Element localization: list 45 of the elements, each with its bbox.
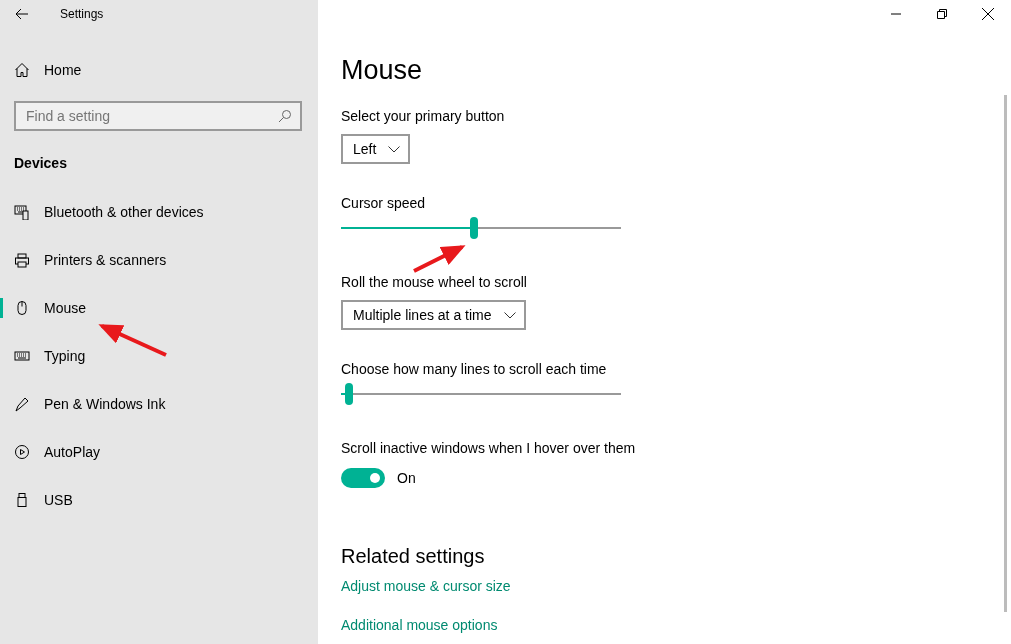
house-icon xyxy=(14,62,30,78)
mouse-icon xyxy=(14,300,30,316)
settings-link[interactable]: Adjust mouse & cursor size xyxy=(341,576,511,596)
setting-label: Cursor speed xyxy=(341,194,427,213)
back-arrow-icon xyxy=(15,8,29,20)
home-nav-item[interactable]: Home xyxy=(0,50,318,90)
dropdown[interactable]: Multiple lines at a time xyxy=(341,300,526,330)
sidebar-item[interactable]: Mouse xyxy=(0,284,318,332)
usb-drive-icon xyxy=(14,492,30,508)
toggle-state-label: On xyxy=(397,470,416,486)
slider-thumb[interactable] xyxy=(470,217,478,239)
setting-label: Scroll inactive windows when I hover over them xyxy=(341,439,637,458)
play-circle-icon xyxy=(14,444,30,460)
sidebar-item[interactable]: Bluetooth & other devices xyxy=(0,188,318,236)
search-icon xyxy=(278,109,292,123)
setting-label: Choose how many lines to scroll each time xyxy=(341,360,608,379)
pen-icon xyxy=(14,396,30,412)
window-title: Settings xyxy=(60,7,104,21)
dropdown[interactable]: Left xyxy=(341,134,411,164)
scrollbar[interactable] xyxy=(1004,95,1007,612)
slider-thumb[interactable] xyxy=(345,383,354,405)
keyboard-icon xyxy=(14,348,30,364)
annotation-arrow xyxy=(413,245,466,273)
annotation-arrow xyxy=(98,324,167,357)
sidebar-item[interactable]: Typing xyxy=(0,332,318,380)
sidebar-item[interactable]: Pen & Windows Ink xyxy=(0,380,318,428)
chevron-down-icon xyxy=(388,145,401,153)
printer-icon xyxy=(14,252,30,268)
chevron-down-icon xyxy=(503,311,516,319)
section-heading: Devices xyxy=(14,154,68,173)
restore-icon xyxy=(937,9,947,19)
setting-label: Roll the mouse wheel to scroll xyxy=(341,273,528,292)
setting-label: Select your primary button xyxy=(341,107,506,126)
search-field[interactable]: Find a setting xyxy=(14,101,302,131)
page-title: Mouse xyxy=(341,54,424,87)
settings-link[interactable]: Additional mouse options xyxy=(341,615,498,635)
section-heading: Related settings xyxy=(341,544,486,569)
toggle-switch[interactable] xyxy=(341,468,385,488)
close-icon xyxy=(982,8,994,20)
sidebar-item[interactable]: USB xyxy=(0,476,318,524)
slider-track[interactable] xyxy=(341,382,621,406)
keyboard-speaker-icon xyxy=(14,204,30,220)
slider-track[interactable] xyxy=(341,216,621,240)
sidebar-item[interactable]: Printers & scanners xyxy=(0,236,318,284)
sidebar-item[interactable]: AutoPlay xyxy=(0,428,318,476)
